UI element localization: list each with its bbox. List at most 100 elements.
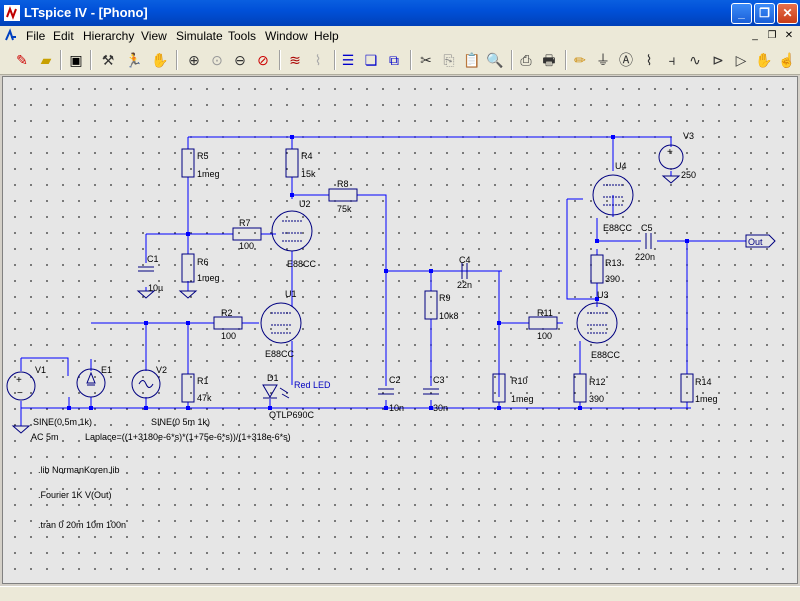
v3-value: 250 xyxy=(681,170,696,180)
menu-edit[interactable]: Edit xyxy=(53,29,74,43)
d1-value: QTLP690C xyxy=(269,410,315,420)
resistor-r2 xyxy=(213,316,243,330)
resistor-r13 xyxy=(590,254,604,284)
c3-label: C3 xyxy=(433,375,445,385)
tile-icon[interactable]: ☰ xyxy=(338,50,358,70)
halt-icon[interactable]: ✋ xyxy=(150,50,170,70)
v2-label: V2 xyxy=(156,365,167,375)
document-icon[interactable] xyxy=(4,28,18,44)
v1-ac: AC 5m xyxy=(31,432,59,442)
drag-icon[interactable]: ☝ xyxy=(777,50,797,70)
print-icon[interactable]: 🖶 xyxy=(539,50,559,70)
resistor-icon[interactable]: ⌇ xyxy=(639,50,659,70)
e1-value: Laplace=((1+3180e-6*s)*(1+75e-6*s))/(1+3… xyxy=(85,432,291,442)
resistor-r11 xyxy=(528,316,558,330)
r14-label: R14 xyxy=(695,377,712,387)
r6-label: R6 xyxy=(197,257,209,267)
r7-value: 100 xyxy=(239,241,254,251)
label-net-icon[interactable]: Ⓐ xyxy=(616,50,636,70)
mdi-close-button[interactable]: ✕ xyxy=(782,29,796,43)
menu-simulate[interactable]: Simulate xyxy=(176,29,223,43)
save-icon[interactable]: ▣ xyxy=(66,50,86,70)
e1-label: E1 xyxy=(101,365,112,375)
schematic-canvas[interactable]: + − + R5 1meg R4 15k R8 75k R7 100 R6 1me… xyxy=(2,76,798,584)
print-setup-icon[interactable]: ⎙ xyxy=(516,50,536,70)
paste-icon[interactable]: 📋 xyxy=(462,50,482,70)
r9-value: 10k8 xyxy=(439,311,459,321)
u1-label: U1 xyxy=(285,289,297,299)
r4-label: R4 xyxy=(301,151,313,161)
cut-icon[interactable]: ✂ xyxy=(416,50,436,70)
menu-help[interactable]: Help xyxy=(314,29,339,43)
copy-icon[interactable]: ⎘ xyxy=(439,50,459,70)
inductor-icon[interactable]: ∿ xyxy=(685,50,705,70)
u4-value: E88CC xyxy=(603,223,633,233)
view-fft-icon[interactable]: ⌇ xyxy=(308,50,328,70)
c4-label: C4 xyxy=(459,255,471,265)
zoom-pan-icon[interactable]: ⊙ xyxy=(207,50,227,70)
component-icon[interactable]: ▷ xyxy=(731,50,751,70)
ground-icon[interactable]: ⏚ xyxy=(593,50,613,70)
r11-label: R11 xyxy=(537,308,553,318)
r11-value: 100 xyxy=(537,331,552,341)
cascade-icon[interactable]: ❏ xyxy=(361,50,381,70)
menu-tools[interactable]: Tools xyxy=(228,29,256,43)
ground-symbols xyxy=(11,175,681,434)
new-schematic-icon[interactable]: ✎ xyxy=(12,50,32,70)
menu-hierarchy[interactable]: Hierarchy xyxy=(83,29,134,43)
zoom-in-icon[interactable]: ⊕ xyxy=(184,50,204,70)
close-button[interactable]: ✕ xyxy=(777,3,798,24)
capacitor-c3 xyxy=(423,388,439,395)
schematic: +− + R5 1meg R4 15k R8 75k R7 100 R6 1me… xyxy=(6,131,776,530)
r4-value: 15k xyxy=(301,169,316,179)
minimize-button[interactable]: _ xyxy=(731,3,752,24)
v1-value: SINE(0 5m 1k) xyxy=(33,417,92,427)
directive-tran: .tran 0 20m 10m 100n xyxy=(38,520,126,530)
resistor-r5 xyxy=(181,148,195,178)
c2-value: 10n xyxy=(389,403,404,413)
r14-value: 1meg xyxy=(695,394,718,404)
source-v3: + xyxy=(658,144,684,170)
tube-u1 xyxy=(260,302,302,344)
find-icon[interactable]: 🔍 xyxy=(485,50,505,70)
maximize-button[interactable]: ❐ xyxy=(754,3,775,24)
resistor-r14 xyxy=(680,373,694,403)
draw-wire-icon[interactable]: ✏ xyxy=(570,50,590,70)
r13-label: R13 xyxy=(605,258,622,268)
autorange-icon[interactable]: ≋ xyxy=(285,50,305,70)
diode-icon[interactable]: ⊳ xyxy=(708,50,728,70)
c4-value: 22n xyxy=(457,280,472,290)
menu-view[interactable]: View xyxy=(141,29,167,43)
v3-label: V3 xyxy=(683,131,694,141)
menu-file[interactable]: File xyxy=(26,29,45,43)
directive-fourier: .Fourier 1K V(Out) xyxy=(38,490,112,500)
svg-text:+: + xyxy=(16,375,22,386)
source-v1: +− xyxy=(6,371,36,401)
u4-label: U4 xyxy=(615,161,627,171)
resistor-r4 xyxy=(285,148,299,178)
r2-label: R2 xyxy=(221,308,233,318)
resistor-r6 xyxy=(181,253,195,283)
open-icon[interactable]: ▰ xyxy=(36,50,56,70)
resistor-r12 xyxy=(573,373,587,403)
v2-value: SINE(0 5m 1k) xyxy=(151,417,210,427)
c1-value: 10µ xyxy=(148,283,163,293)
run-icon[interactable]: 🏃 xyxy=(124,50,144,70)
mdi-restore-button[interactable]: ❐ xyxy=(765,29,779,43)
close-window-icon[interactable]: ⧉ xyxy=(384,50,404,70)
control-panel-icon[interactable]: ⚒ xyxy=(98,50,118,70)
u3-label: U3 xyxy=(597,290,609,300)
zoom-cancel-icon[interactable]: ⊘ xyxy=(253,50,273,70)
r1-value: 47k xyxy=(197,393,212,403)
ltspice-logo-icon xyxy=(4,5,20,21)
capacitor-icon[interactable]: ⫞ xyxy=(662,50,682,70)
zoom-out-icon[interactable]: ⊖ xyxy=(230,50,250,70)
title-bar: LTspice IV - [Phono] _ ❐ ✕ xyxy=(0,0,800,26)
components: +− + xyxy=(6,144,776,434)
capacitor-c5 xyxy=(645,233,652,249)
mdi-minimize-button[interactable]: _ xyxy=(748,29,762,43)
u3-value: E88CC xyxy=(591,350,621,360)
menu-window[interactable]: Window xyxy=(265,29,308,43)
move-icon[interactable]: ✋ xyxy=(754,50,774,70)
r12-label: R12 xyxy=(589,377,606,387)
